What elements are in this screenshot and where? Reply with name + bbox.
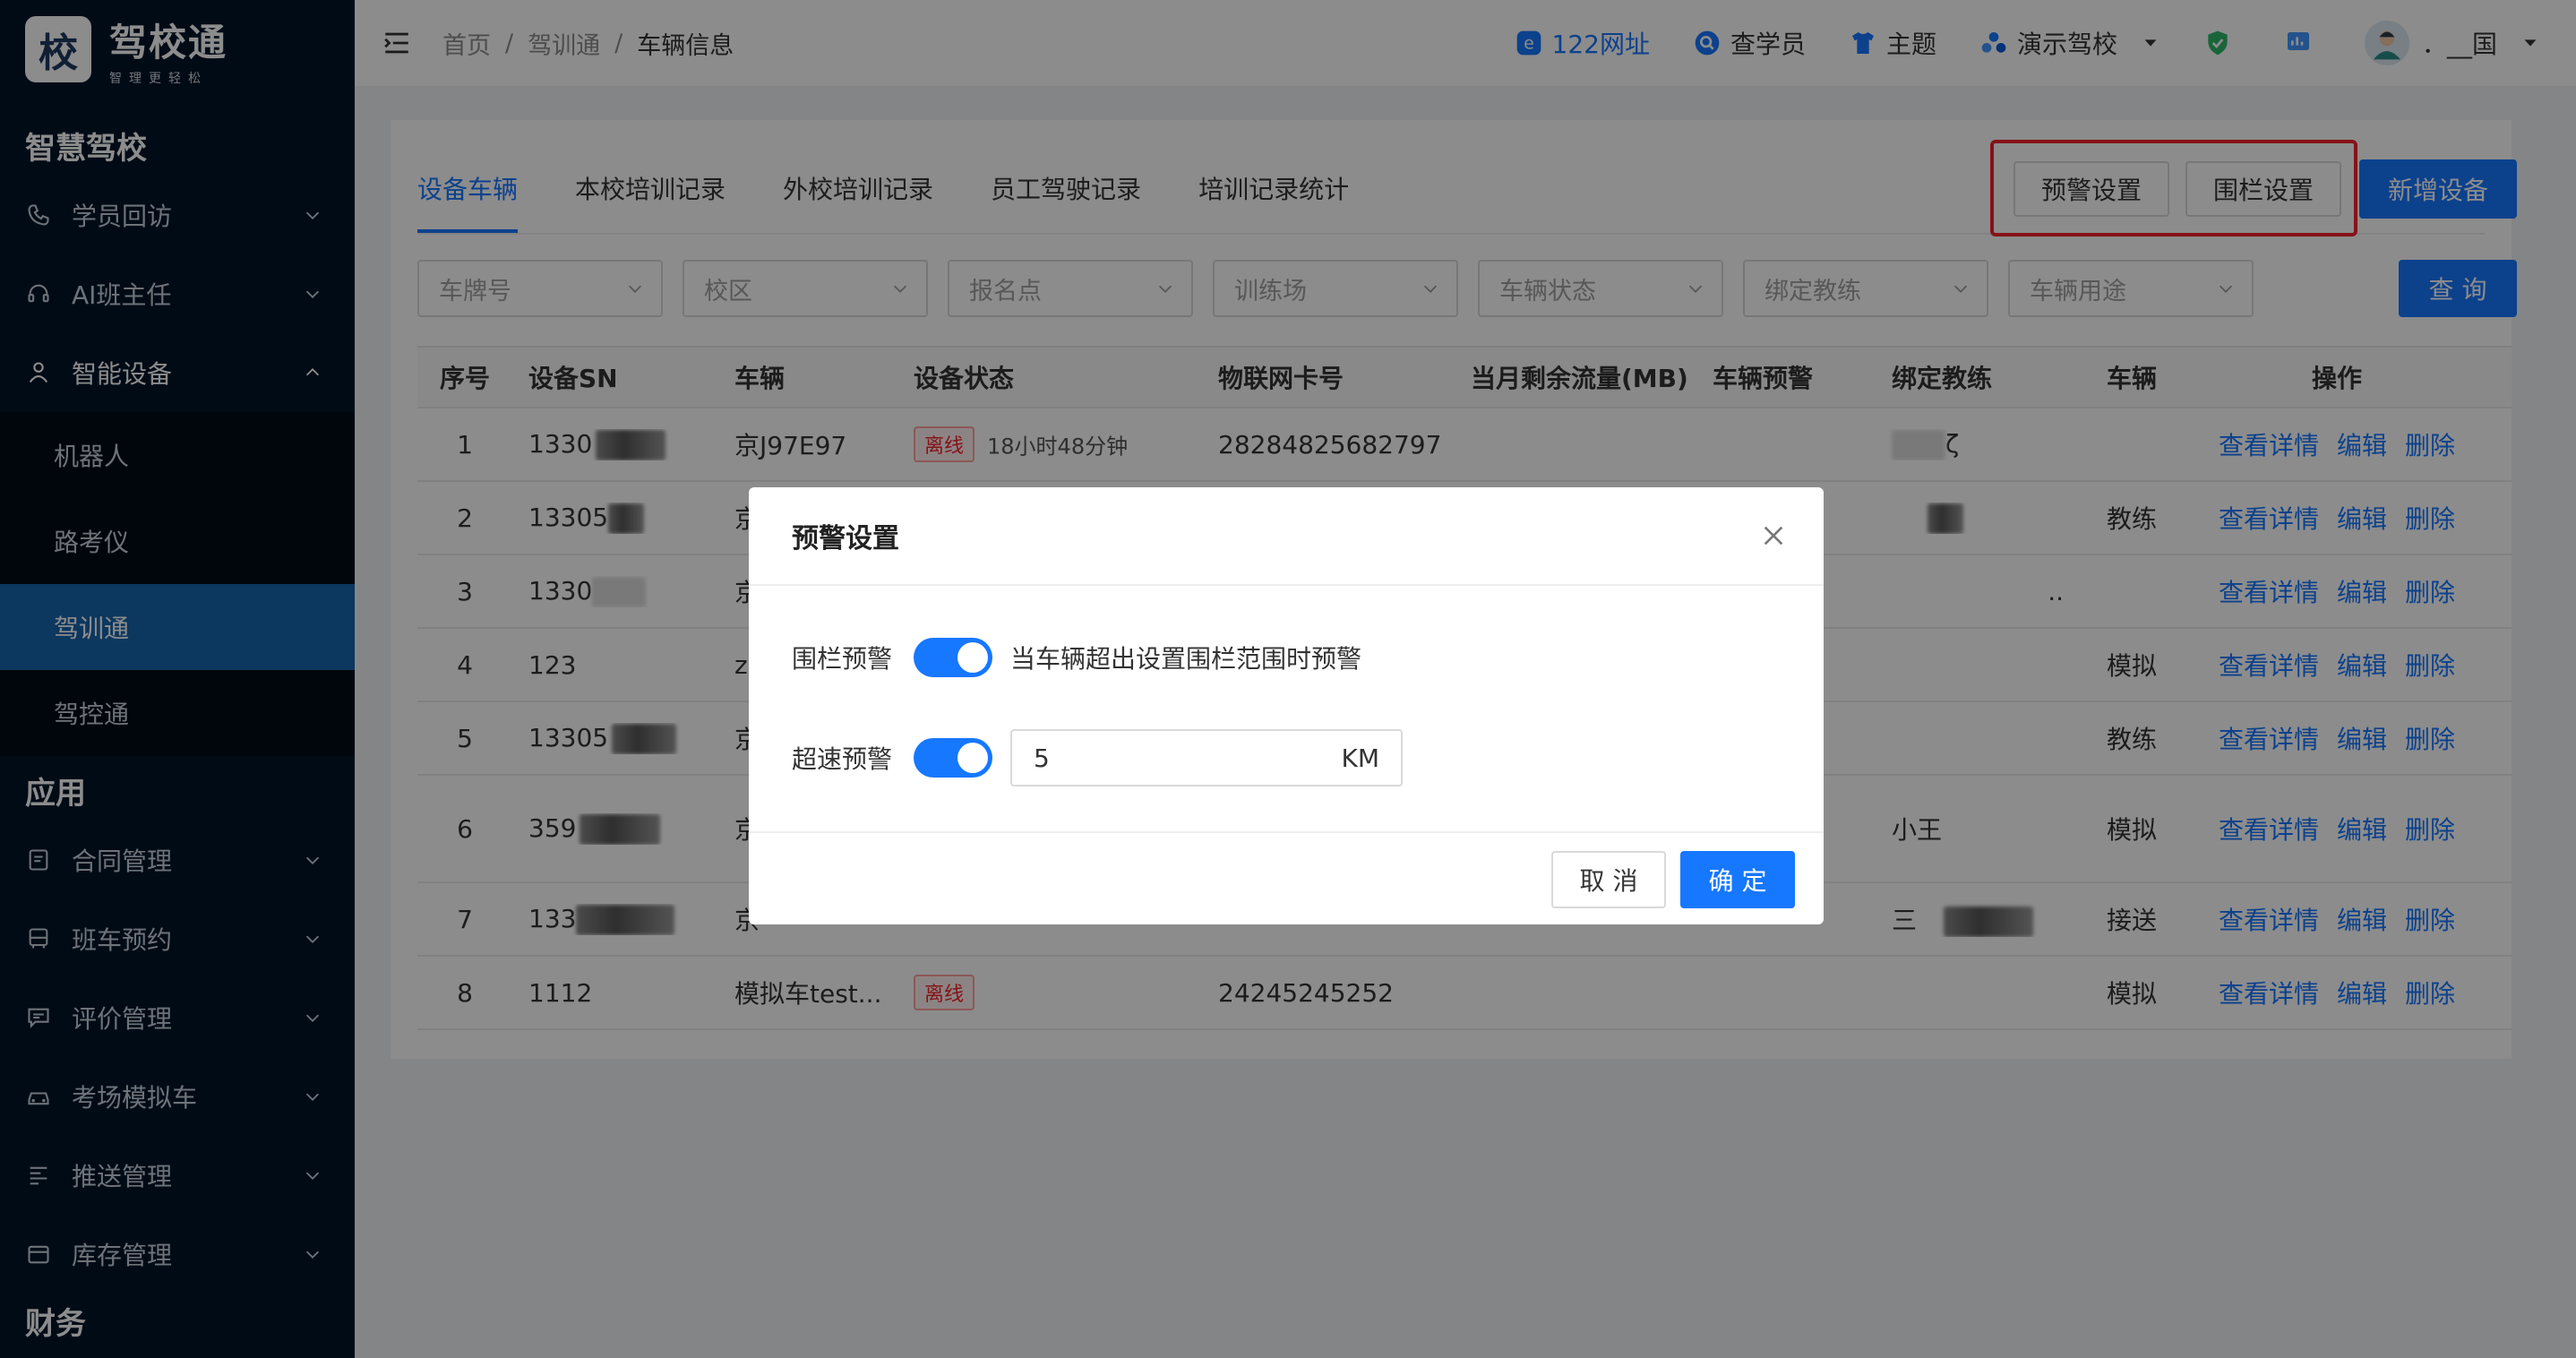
fence-warning-switch[interactable] xyxy=(914,638,992,677)
fence-warning-label: 围栏预警 xyxy=(791,644,892,674)
speed-warning-row: 超速预警 5 KM xyxy=(749,729,1403,786)
speed-warning-label: 超速预警 xyxy=(791,744,892,774)
fence-warning-row: 围栏预警 当车辆超出设置围栏范围时预警 xyxy=(749,638,1361,677)
speed-warning-switch[interactable] xyxy=(914,738,992,778)
close-icon[interactable] xyxy=(1759,521,1788,550)
dialog-title: 预警设置 xyxy=(792,523,899,554)
dialog-footer: 取 消 确 定 xyxy=(749,831,1824,924)
cancel-button[interactable]: 取 消 xyxy=(1551,851,1666,908)
speed-limit-input[interactable]: 5 KM xyxy=(1010,729,1403,786)
warning-settings-dialog: 预警设置 围栏预警 当车辆超出设置围栏范围时预警 超速预警 5 KM 取 消 确… xyxy=(749,487,1824,924)
speed-unit: KM xyxy=(1341,743,1379,773)
dialog-header: 预警设置 xyxy=(749,487,1824,586)
fence-warning-hint: 当车辆超出设置围栏范围时预警 xyxy=(1010,644,1362,674)
confirm-button[interactable]: 确 定 xyxy=(1680,851,1795,908)
